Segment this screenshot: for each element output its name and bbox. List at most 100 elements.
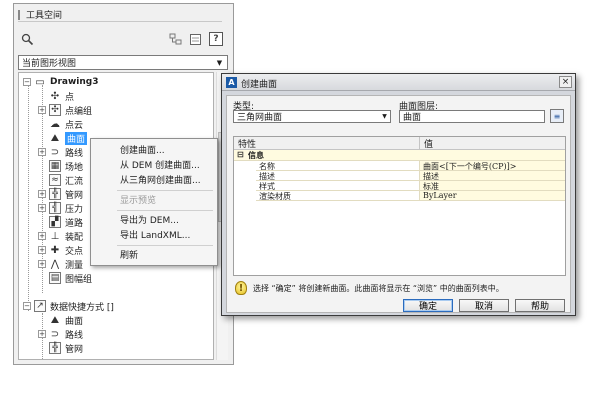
corridor-icon: ▞	[49, 216, 61, 228]
layer-picker-icon[interactable]: ≡	[550, 109, 564, 123]
toolspace-titlebar[interactable]: 工具空间	[18, 8, 222, 22]
dialog-titlebar[interactable]: A 创建曲面 ×	[222, 74, 575, 91]
collapse-icon[interactable]: −	[23, 302, 31, 310]
tree-view-icon[interactable]	[168, 32, 182, 46]
table-row: 描述 描述	[234, 171, 565, 181]
tree-item-survey[interactable]: + ⋀ 测量	[38, 257, 83, 271]
property-name: 名称	[256, 161, 420, 171]
data-shortcut-icon: ↗	[34, 300, 46, 312]
menu-item-create-from-tin[interactable]: 从三角网创建曲面...	[91, 172, 217, 187]
info-text: 选择 “确定” 将创建新曲面。此曲面将显示在 “浏览” 中的曲面列表中。	[253, 283, 504, 293]
menu-separator	[117, 210, 213, 211]
surface-icon: ⛰	[50, 132, 60, 144]
menu-item-create-from-dem[interactable]: 从 DEM 创建曲面...	[91, 157, 217, 172]
expand-icon[interactable]: +	[38, 148, 46, 156]
tree-item-pipe-networks[interactable]: + ╬ 管网	[38, 187, 83, 201]
tree-label: 曲面	[65, 316, 84, 327]
ok-button[interactable]: 确定	[403, 299, 453, 312]
chevron-down-icon[interactable]: ▼	[214, 57, 225, 68]
property-value[interactable]: 曲面<[下一个编号(CP)]>	[420, 161, 565, 171]
tree-item-drawing[interactable]: − ▭ Drawing3	[23, 75, 99, 89]
expand-icon[interactable]: +	[38, 204, 46, 212]
expand-icon[interactable]: +	[38, 232, 46, 240]
list-view-icon[interactable]	[188, 32, 202, 46]
property-name: 描述	[256, 171, 420, 181]
tree-label: 测量	[65, 260, 84, 271]
tree-item-shortcut-surfaces[interactable]: ⛰ 曲面	[38, 313, 83, 327]
expand-icon[interactable]: +	[38, 260, 46, 268]
expand-icon[interactable]: +	[38, 330, 46, 338]
alignment-icon: ⊃	[50, 146, 60, 158]
intersection-icon: ✚	[50, 244, 60, 256]
tree-label-drawing: Drawing3	[50, 77, 99, 87]
surface-type-select[interactable]: 三角网曲面 ▼	[233, 110, 391, 123]
help-button[interactable]: 帮助	[515, 299, 565, 312]
tree-label: 图幅组	[65, 274, 93, 285]
column-header-value[interactable]: 值	[420, 137, 565, 150]
property-group-label: 信息	[248, 151, 264, 160]
tree-label: 路线	[65, 148, 84, 159]
tree-item-point-clouds[interactable]: ☁ 点云	[38, 117, 83, 131]
create-surface-dialog: A 创建曲面 × 类型: 三角网曲面 ▼ 曲面图层: 曲面 ≡ 特性 值 ⊟ 信…	[221, 73, 576, 316]
tree-label: 交点	[65, 246, 84, 257]
menu-separator	[117, 245, 213, 246]
point-group-icon: ✣	[49, 104, 61, 116]
tree-label: 点	[65, 92, 75, 103]
tree-item-point-groups[interactable]: + ✣ 点编组	[38, 103, 92, 117]
cancel-button[interactable]: 取消	[459, 299, 509, 312]
property-value[interactable]: 标准	[420, 181, 565, 191]
tree-item-corridors[interactable]: ▞ 道路	[38, 215, 83, 229]
property-group-info[interactable]: ⊟ 信息	[234, 150, 565, 161]
tree-item-assemblies[interactable]: + ⊥ 装配	[38, 229, 83, 243]
tree-item-points[interactable]: ✣ 点	[38, 89, 74, 103]
property-value[interactable]: 描述	[420, 171, 565, 181]
tree-label: 管网	[65, 190, 84, 201]
tree-item-catchments[interactable]: ≈ 汇流	[38, 173, 83, 187]
surface-icon: ⛰	[50, 314, 60, 326]
toolspace-toolbar: ?	[18, 32, 228, 50]
point-cloud-icon: ☁	[50, 118, 60, 130]
menu-item-show-preview: 显示预览	[120, 196, 157, 206]
tree-item-alignments[interactable]: + ⊃ 路线	[38, 145, 83, 159]
tree-label-selected: 曲面	[65, 131, 88, 145]
menu-item-export-dem[interactable]: 导出为 DEM...	[91, 212, 217, 227]
tree-label: 路线	[65, 330, 84, 341]
expand-icon[interactable]: +	[38, 106, 46, 114]
tree-label: 汇流	[65, 176, 84, 187]
help-icon[interactable]: ?	[209, 32, 223, 46]
tree-item-view-frame-groups[interactable]: ▤ 图幅组	[38, 271, 92, 285]
menu-item-refresh[interactable]: 刷新	[91, 247, 217, 262]
column-header-property[interactable]: 特性	[234, 137, 420, 150]
property-name: 渲染材质	[256, 191, 420, 201]
chevron-down-icon[interactable]: ▼	[380, 112, 389, 121]
table-row: 样式 标准	[234, 181, 565, 191]
menu-item-create-surface[interactable]: 创建曲面...	[91, 142, 217, 157]
menu-separator	[117, 190, 213, 191]
expand-icon[interactable]: +	[38, 246, 46, 254]
menu-item-export-landxml[interactable]: 导出 LandXML...	[91, 227, 217, 242]
catchment-icon: ≈	[49, 174, 61, 186]
pipe-network-icon: ╬	[49, 188, 61, 200]
grip-icon[interactable]	[18, 10, 20, 20]
tree-item-data-shortcuts[interactable]: − ↗ 数据快捷方式 []	[23, 299, 114, 313]
collapse-icon[interactable]: −	[23, 78, 31, 86]
view-select[interactable]: 当前图形视图 ▼	[18, 55, 228, 70]
tree-item-intersections[interactable]: + ✚ 交点	[38, 243, 83, 257]
tree-item-shortcut-alignments[interactable]: + ⊃ 路线	[38, 327, 83, 341]
search-icon[interactable]	[20, 32, 34, 46]
collapse-icon[interactable]: ⊟	[237, 150, 244, 159]
close-icon[interactable]: ×	[559, 76, 572, 88]
tree-label: 道路	[65, 218, 84, 229]
tree-item-pressure-networks[interactable]: + ╣ 压力	[38, 201, 83, 215]
expand-icon[interactable]: +	[38, 190, 46, 198]
tree-item-surfaces[interactable]: ⛰ 曲面	[38, 131, 88, 145]
point-icon: ✣	[50, 90, 60, 102]
toolspace-title: 工具空间	[26, 11, 63, 21]
tree-item-shortcut-pipe-networks[interactable]: ╬ 管网	[38, 341, 83, 355]
property-value[interactable]: ByLayer	[420, 191, 565, 201]
tree-item-sites[interactable]: ▦ 场地	[38, 159, 83, 173]
view-select-value: 当前图形视图	[22, 59, 77, 69]
surface-layer-field[interactable]: 曲面	[399, 110, 545, 123]
dialog-body: 类型: 三角网曲面 ▼ 曲面图层: 曲面 ≡ 特性 值 ⊟ 信息 名称 曲面<[…	[226, 95, 571, 313]
dialog-title: 创建曲面	[241, 80, 278, 90]
